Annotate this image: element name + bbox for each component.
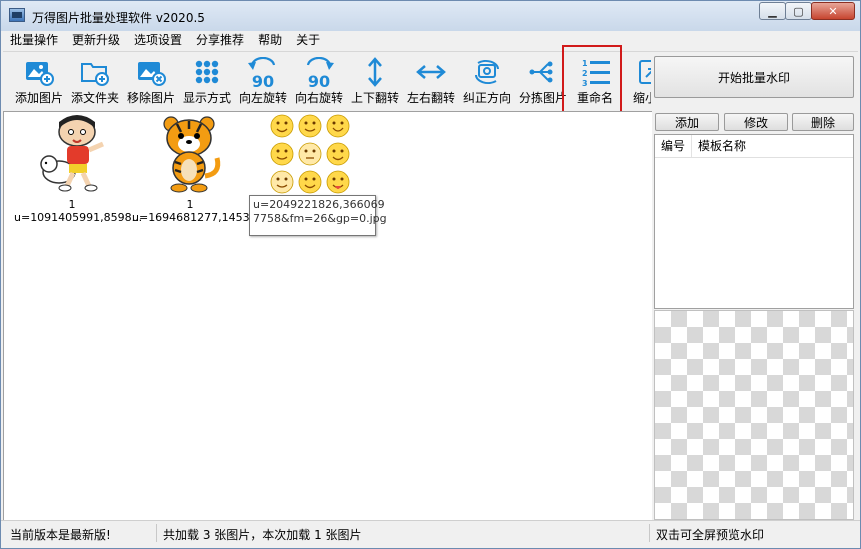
template-list[interactable]: 编号 模板名称 bbox=[654, 134, 854, 309]
status-divider bbox=[649, 524, 650, 542]
status-hint: 双击可全屏预览水印 bbox=[656, 528, 765, 542]
maximize-button[interactable]: ▢ bbox=[785, 2, 812, 20]
cartoon-boy-with-dog-image bbox=[40, 115, 104, 192]
rotate-right-button[interactable]: 90 向右旋转 bbox=[291, 53, 347, 107]
minimize-button[interactable]: ▁ bbox=[759, 2, 786, 20]
menu-about[interactable]: 关于 bbox=[289, 31, 327, 51]
correct-orientation-button[interactable]: 纠正方向 bbox=[459, 53, 515, 107]
shrink-button[interactable]: 缩小图 bbox=[623, 53, 651, 107]
menu-help[interactable]: 帮助 bbox=[251, 31, 289, 51]
delete-template-button[interactable]: 删除 bbox=[792, 113, 854, 131]
status-loaded: 共加载 3 张图片，本次加载 1 张图片 bbox=[163, 528, 362, 542]
add-folder-icon bbox=[81, 63, 109, 86]
status-divider bbox=[156, 524, 157, 542]
tool-label: 缩小图 bbox=[632, 91, 651, 105]
menu-options[interactable]: 选项设置 bbox=[127, 31, 189, 51]
add-template-button[interactable]: 添加 bbox=[655, 113, 719, 131]
sort-images-icon bbox=[529, 61, 553, 83]
add-folder-button[interactable]: 添文件夹 bbox=[67, 53, 123, 107]
rotate-left-badge: 90 bbox=[252, 72, 274, 89]
rotate-left-icon: 90 bbox=[248, 57, 276, 89]
window-title: 万得图片批量处理软件 v2020.5 bbox=[32, 11, 205, 25]
toolbar: 添加图片 添文件夹 移除图片 显示方式 90 向左旋转 90 向右旋转 上下翻转… bbox=[11, 53, 651, 109]
flip-vertical-icon bbox=[368, 57, 382, 87]
rotate-right-icon: 90 bbox=[306, 57, 334, 89]
status-version: 当前版本是最新版! bbox=[10, 528, 111, 542]
image-list-panel[interactable]: 1 u=1091405991,8598... 1 u=1694681277,14… bbox=[3, 111, 652, 521]
image-filename: u=1694681277,1453... bbox=[132, 211, 261, 224]
display-mode-icon bbox=[195, 60, 219, 84]
emoji-faces-grid-image bbox=[270, 114, 350, 194]
add-image-icon bbox=[26, 62, 54, 86]
filename-tooltip: u=2049221826,366069 7758&fm=26&gp=0.jpg bbox=[249, 195, 387, 236]
edit-template-button[interactable]: 修改 bbox=[724, 113, 788, 131]
menu-bar: 批量操作 更新升级 选项设置 分享推荐 帮助 关于 bbox=[3, 31, 858, 52]
tooltip-line-1: u=2049221826,366069 bbox=[253, 198, 385, 211]
watermark-preview[interactable] bbox=[654, 310, 854, 520]
column-template-name[interactable]: 模板名称 bbox=[692, 135, 838, 157]
image-thumbnail[interactable]: 1 u=1091405991,8598... bbox=[14, 112, 142, 224]
rotate-right-badge: 90 bbox=[308, 72, 330, 89]
rotate-left-button[interactable]: 90 向左旋转 bbox=[235, 53, 291, 107]
menu-batch-operation[interactable]: 批量操作 bbox=[3, 31, 65, 51]
close-icon: ✕ bbox=[828, 4, 838, 18]
image-count: 1 bbox=[186, 198, 194, 211]
rename-highlight-box bbox=[562, 45, 622, 113]
correct-orientation-icon bbox=[474, 59, 500, 85]
image-filename: u=1091405991,8598... bbox=[14, 211, 143, 224]
menu-share[interactable]: 分享推荐 bbox=[189, 31, 251, 51]
minimize-icon: ▁ bbox=[768, 4, 777, 18]
image-thumbnail[interactable]: 1 u=1694681277,1453... bbox=[132, 112, 260, 224]
image-count: 1 bbox=[68, 198, 76, 211]
add-image-button[interactable]: 添加图片 bbox=[11, 53, 67, 107]
display-mode-button[interactable]: 显示方式 bbox=[179, 53, 235, 107]
app-window: 万得图片批量处理软件 v2020.5 ▁ ▢ ✕ 批量操作 更新升级 选项设置 … bbox=[0, 0, 861, 549]
tooltip-line-2: 7758&fm=26&gp=0.jpg bbox=[253, 212, 387, 225]
shrink-icon bbox=[639, 60, 651, 84]
flip-vertical-button[interactable]: 上下翻转 bbox=[347, 53, 403, 107]
remove-image-icon bbox=[138, 62, 166, 86]
template-list-header: 编号 模板名称 bbox=[655, 135, 853, 158]
start-batch-watermark-button[interactable]: 开始批量水印 bbox=[654, 56, 854, 98]
remove-image-button[interactable]: 移除图片 bbox=[123, 53, 179, 107]
app-icon bbox=[9, 8, 25, 22]
status-bar: 当前版本是最新版! 共加载 3 张图片，本次加载 1 张图片 双击可全屏预览水印 bbox=[1, 520, 860, 548]
title-bar[interactable]: 万得图片批量处理软件 v2020.5 ▁ ▢ ✕ bbox=[1, 1, 860, 31]
column-number[interactable]: 编号 bbox=[655, 135, 692, 157]
flip-horizontal-icon bbox=[416, 65, 446, 79]
cartoon-tiger-image bbox=[163, 116, 221, 193]
menu-update[interactable]: 更新升级 bbox=[65, 31, 127, 51]
flip-horizontal-button[interactable]: 左右翻转 bbox=[403, 53, 459, 107]
close-button[interactable]: ✕ bbox=[811, 2, 855, 20]
maximize-icon: ▢ bbox=[793, 4, 804, 18]
